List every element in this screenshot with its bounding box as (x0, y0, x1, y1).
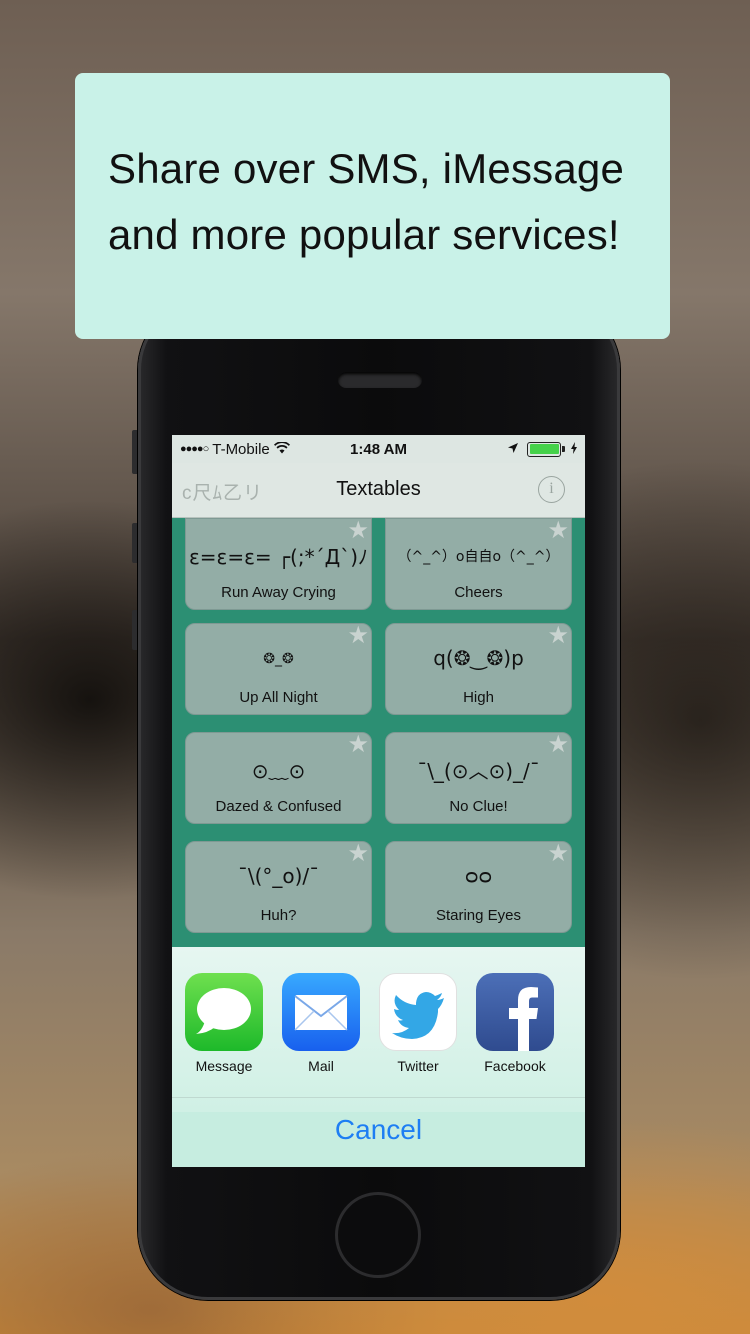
twitter-icon[interactable] (379, 973, 457, 1051)
emoticon-text: ¯\_(⊙︿⊙)_/¯ (417, 759, 540, 783)
emoticon-card-no-clue[interactable]: ¯\_(⊙︿⊙)_/¯ No Clue! ★ (385, 730, 572, 824)
emoticon-label: Huh? (260, 907, 297, 924)
emoticon-card-staring-eyes[interactable]: ᴑᴑ Staring Eyes ★ (385, 839, 572, 933)
share-twitter[interactable]: Twitter (379, 973, 457, 1074)
emoticon-text: ᴑᴑ (464, 864, 493, 888)
share-label: Facebook (484, 1058, 546, 1074)
emoticon-label: Staring Eyes (435, 907, 522, 924)
battery-icon (527, 441, 565, 457)
emoticon-text: ε=ε=ε= ┌(;*´Д`)ﾉ (188, 545, 369, 569)
share-label: Message (195, 1058, 253, 1074)
favorite-star-icon[interactable]: ★ (347, 621, 369, 649)
emoticon-text: q(❂‿❂)p (433, 646, 524, 670)
cancel-button[interactable]: Cancel (172, 1112, 585, 1167)
favorite-star-icon[interactable]: ★ (347, 516, 369, 544)
emoticon-card-huh[interactable]: ¯\(°_o)/¯ Huh? ★ (185, 839, 372, 933)
emoticon-card-high[interactable]: q(❂‿❂)p High ★ (385, 621, 572, 715)
favorite-star-icon[interactable]: ★ (547, 516, 569, 544)
emoticon-card-up-all-night[interactable]: ❂_❂ Up All Night ★ (185, 621, 372, 715)
favorite-star-icon[interactable]: ★ (547, 730, 569, 758)
facebook-icon[interactable] (476, 973, 554, 1051)
emoticon-card-run-away-crying[interactable]: ε=ε=ε= ┌(;*´Д`)ﾉ Run Away Crying ★ (185, 516, 372, 610)
share-sheet: Message Mail Twitter Facebook Cancel (172, 947, 585, 1167)
message-icon[interactable] (185, 973, 263, 1051)
app-logo[interactable]: c尺ﾑ乙リ (182, 478, 263, 505)
home-button (335, 1192, 421, 1278)
wifi-icon (273, 440, 290, 458)
emoticon-card-cheers[interactable]: （^_^）o自自o（^_^） Cheers ★ (385, 516, 572, 610)
emoticon-label: High (463, 689, 494, 706)
share-mail[interactable]: Mail (282, 973, 360, 1074)
mail-icon[interactable] (282, 973, 360, 1051)
signal-dots: ●●●●○ (180, 443, 209, 455)
share-label: Twitter (397, 1058, 439, 1074)
emoticon-card-dazed-confused[interactable]: ⊙﹏⊙ Dazed & Confused ★ (185, 730, 372, 824)
favorite-star-icon[interactable]: ★ (347, 839, 369, 867)
location-arrow-icon (507, 441, 519, 458)
promo-banner: Share over SMS, iMessage and more popula… (75, 73, 670, 339)
emoticon-label: No Clue! (449, 798, 508, 815)
emoticon-text: ⊙﹏⊙ (251, 759, 306, 783)
phone-screen: ●●●●○ T-Mobile 1:48 AM c尺ﾑ乙リ Textables i… (172, 435, 585, 1167)
emoticon-label: Run Away Crying (221, 584, 336, 601)
emoticon-label: Cheers (454, 584, 503, 601)
emoticon-text: ¯\(°_o)/¯ (237, 864, 320, 888)
emoticon-label: Up All Night (239, 689, 318, 706)
carrier-label: T-Mobile (212, 440, 270, 458)
share-message[interactable]: Message (185, 973, 263, 1074)
info-button[interactable]: i (538, 476, 565, 503)
nav-bar: c尺ﾑ乙リ Textables i (172, 463, 585, 518)
share-label: Mail (308, 1058, 334, 1074)
emoticon-text: （^_^）o自自o（^_^） (397, 549, 560, 565)
emoticon-text: ❂_❂ (263, 651, 294, 667)
favorite-star-icon[interactable]: ★ (547, 621, 569, 649)
charging-icon (571, 441, 577, 458)
status-bar: ●●●●○ T-Mobile 1:48 AM (172, 435, 585, 463)
share-targets: Message Mail Twitter Facebook (185, 973, 554, 1074)
sheet-divider (172, 1097, 585, 1098)
emoticon-label: Dazed & Confused (215, 798, 342, 815)
favorite-star-icon[interactable]: ★ (547, 839, 569, 867)
phone-speaker (338, 372, 422, 388)
favorite-star-icon[interactable]: ★ (347, 730, 369, 758)
share-facebook[interactable]: Facebook (476, 973, 554, 1074)
banner-line-1: Share over SMS, iMessage (108, 145, 625, 192)
banner-line-2: and more popular services! (108, 211, 620, 258)
